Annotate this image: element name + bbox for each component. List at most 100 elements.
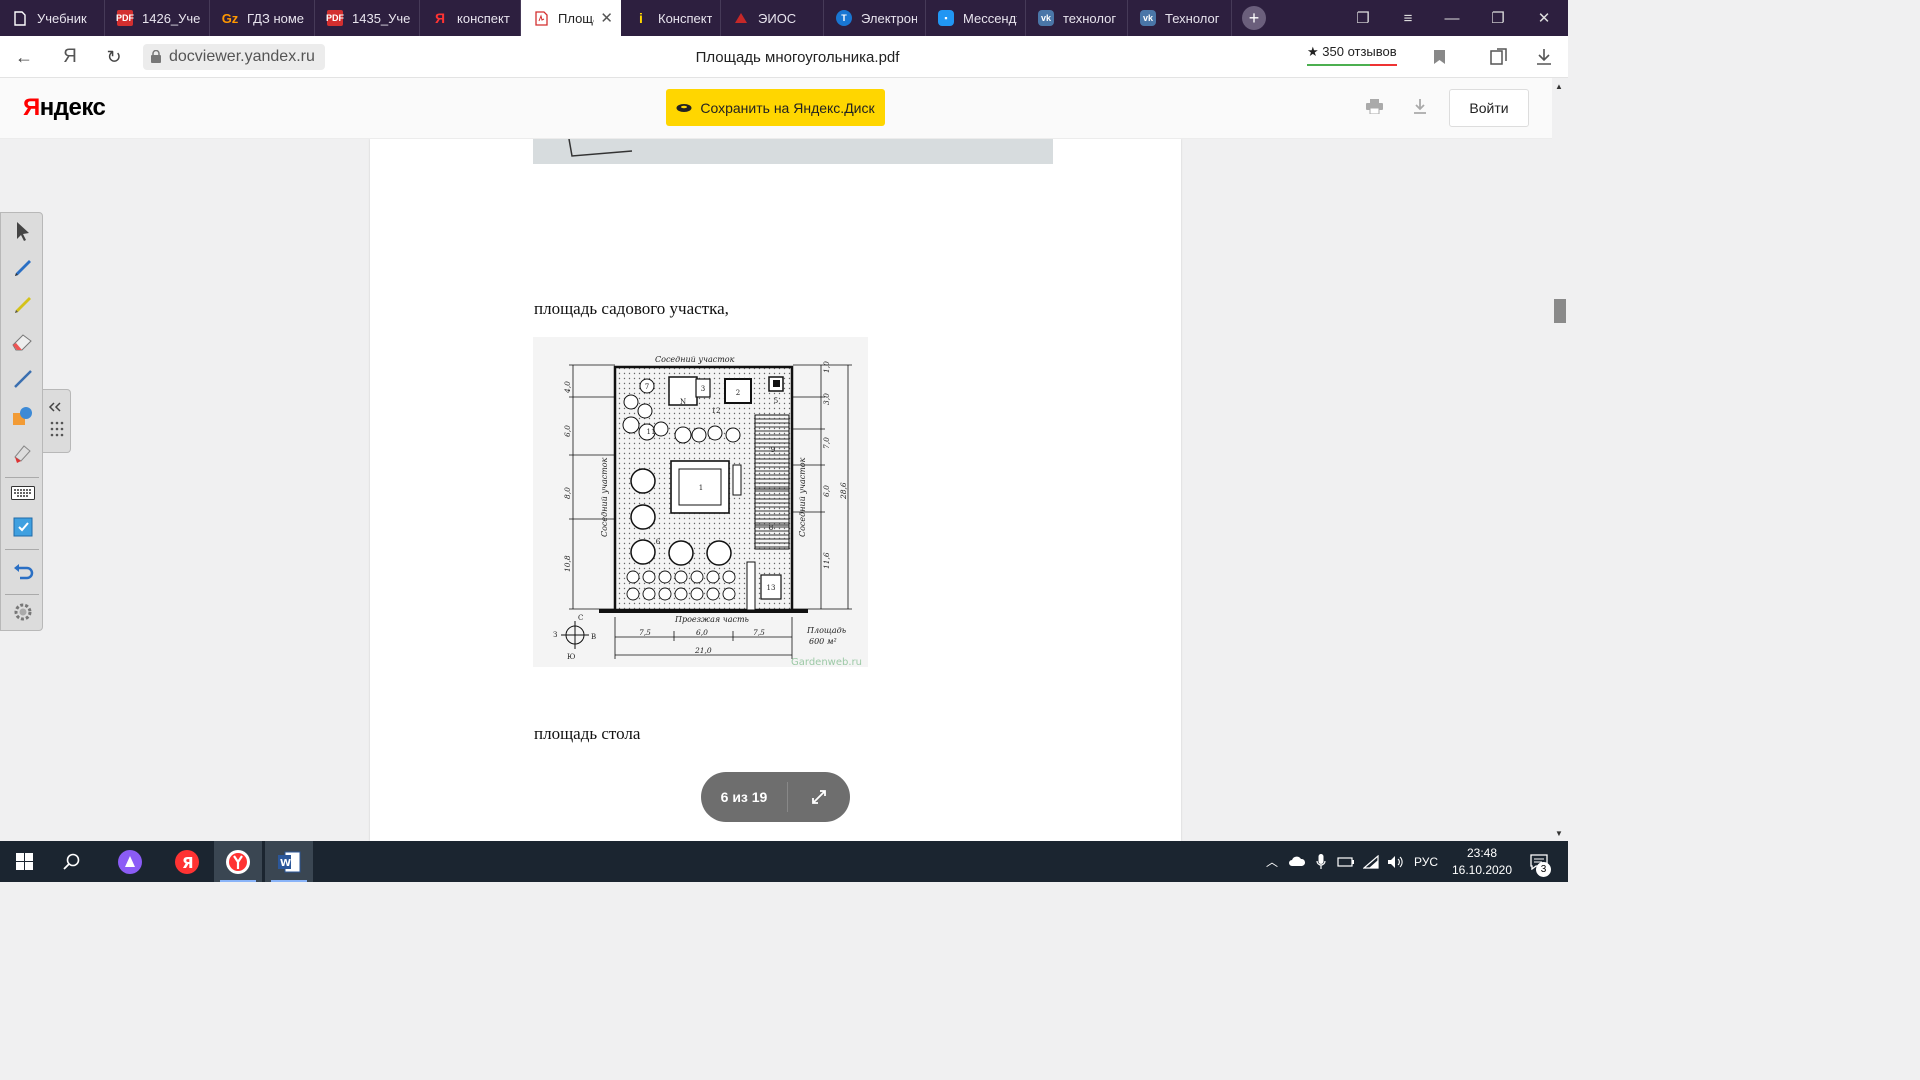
pdf-page: площадь садового участка, 7 3 2 N 12 5 1… bbox=[370, 139, 1181, 841]
eraser-icon[interactable] bbox=[9, 328, 37, 356]
notes-icon[interactable] bbox=[9, 513, 37, 541]
pdf-outline-icon bbox=[533, 10, 549, 26]
gdz-icon: Gz bbox=[221, 10, 239, 26]
tab-label: 1435_Уче bbox=[352, 10, 411, 26]
pen-icon[interactable] bbox=[9, 254, 37, 282]
tab-tehnolog-1[interactable]: vk технолог bbox=[1026, 0, 1128, 36]
scrollbar-thumb[interactable] bbox=[1554, 299, 1566, 323]
pointer-icon[interactable] bbox=[9, 217, 37, 245]
back-arrow-icon[interactable]: ← bbox=[10, 36, 38, 78]
tab-ploshchad[interactable]: Площа ✕ bbox=[521, 0, 621, 36]
highlighter-icon[interactable] bbox=[9, 291, 37, 319]
scroll-down-icon[interactable]: ▼ bbox=[1555, 829, 1563, 838]
windows-start-icon[interactable] bbox=[0, 841, 48, 882]
tab-eios[interactable]: ЭИОС bbox=[721, 0, 824, 36]
word-icon[interactable]: W bbox=[265, 841, 313, 882]
search-icon[interactable] bbox=[48, 841, 96, 882]
plan-number: 11 bbox=[647, 428, 656, 436]
tab-tehnolog-2[interactable]: vk Технолог bbox=[1128, 0, 1232, 36]
menu-icon[interactable]: ≡ bbox=[1386, 0, 1430, 36]
bookmark-icon[interactable] bbox=[1427, 36, 1451, 78]
text-table-area: площадь стола bbox=[534, 724, 641, 743]
plan-left-dim: 6,0 bbox=[563, 425, 572, 437]
undo-icon[interactable] bbox=[9, 558, 37, 586]
line-icon[interactable] bbox=[9, 365, 37, 393]
notifications-icon[interactable]: 3 bbox=[1522, 841, 1556, 882]
plan-right-total: 28,6 bbox=[839, 482, 848, 500]
tab-label: Электрон bbox=[861, 10, 917, 26]
show-hidden-icons-icon[interactable]: ︿ bbox=[1262, 841, 1282, 882]
keyboard-icon[interactable] bbox=[9, 479, 37, 507]
reload-icon[interactable]: ↻ bbox=[100, 36, 128, 78]
plan-bottom-dim: 7,5 bbox=[753, 628, 765, 637]
tab-konspekt-yandex[interactable]: Я конспект bbox=[420, 0, 521, 36]
plan-right-dim: 6,0 bbox=[822, 485, 831, 497]
tab-1435[interactable]: PDF 1435_Уче bbox=[315, 0, 420, 36]
tab-konspekt[interactable]: i Конспект bbox=[621, 0, 721, 36]
tab-1426[interactable]: PDF 1426_Уче bbox=[105, 0, 210, 36]
close-window-icon[interactable]: ✕ bbox=[1522, 0, 1566, 36]
svg-text:Я: Я bbox=[182, 854, 194, 872]
svg-text:W: W bbox=[280, 858, 291, 869]
save-to-disk-button[interactable]: Сохранить на Яндекс.Диск bbox=[666, 89, 885, 126]
yandex-logo[interactable]: Яндекс bbox=[23, 94, 106, 122]
fullscreen-icon[interactable] bbox=[788, 789, 850, 805]
url-field[interactable]: docviewer.yandex.ru bbox=[143, 44, 325, 70]
reviews-badge[interactable]: ★ 350 отзывов bbox=[1307, 44, 1397, 66]
plan-area-label: Площадь bbox=[806, 626, 846, 635]
pdf-icon: PDF bbox=[116, 10, 134, 26]
watermark: Gardenweb.ru bbox=[791, 657, 862, 667]
document-viewer[interactable]: площадь садового участка, 7 3 2 N 12 5 1… bbox=[0, 139, 1568, 841]
language-indicator[interactable]: РУС bbox=[1410, 841, 1442, 882]
tabs-panel-icon[interactable]: ❐ bbox=[1341, 0, 1385, 36]
login-button[interactable]: Войти bbox=[1449, 89, 1529, 127]
tab-messenger[interactable]: ▪ Мессендж bbox=[926, 0, 1026, 36]
tab-label: технолог bbox=[1063, 10, 1117, 26]
minimize-icon[interactable]: — bbox=[1430, 0, 1474, 36]
yandex-app-icon[interactable]: Я bbox=[163, 841, 211, 882]
page-counter[interactable]: 6 из 19 bbox=[701, 789, 787, 805]
plan-number: 8 bbox=[769, 524, 773, 532]
plan-bottom-dim: 6,0 bbox=[696, 628, 708, 637]
plan-number: 2 bbox=[736, 389, 740, 397]
shapes-icon[interactable] bbox=[9, 402, 37, 430]
plan-right-dim: 11,6 bbox=[822, 552, 831, 569]
clock[interactable]: 23:48 16.10.2020 bbox=[1450, 845, 1514, 879]
page-navigator: 6 из 19 bbox=[701, 772, 850, 822]
tab-label: Технолог bbox=[1165, 10, 1220, 26]
new-tab-button[interactable]: + bbox=[1242, 6, 1266, 30]
viewer-header: Яндекс Сохранить на Яндекс.Диск Войти bbox=[0, 78, 1568, 139]
battery-icon[interactable] bbox=[1335, 841, 1357, 882]
download-icon[interactable] bbox=[1410, 96, 1430, 116]
restore-icon[interactable]: ❐ bbox=[1476, 0, 1520, 36]
logo-letter: Я bbox=[23, 94, 40, 121]
plan-left-label: Соседний участок bbox=[600, 457, 609, 537]
scrollbar[interactable]: ▲ ▼ bbox=[1552, 78, 1568, 841]
settings-gear-icon[interactable] bbox=[9, 598, 37, 626]
plan-top-right-dim: 1,0 bbox=[822, 361, 831, 373]
collections-icon[interactable] bbox=[1485, 36, 1513, 78]
tab-gdz[interactable]: Gz ГДЗ номе bbox=[210, 0, 315, 36]
wifi-icon[interactable] bbox=[1360, 841, 1382, 882]
tab-label: ЭИОС bbox=[758, 10, 797, 26]
yandex-browser-icon[interactable] bbox=[214, 841, 262, 882]
tab-uchebnik[interactable]: Учебник bbox=[0, 0, 105, 36]
spotlight-icon[interactable] bbox=[9, 439, 37, 467]
tab-electron[interactable]: T Электрон bbox=[824, 0, 926, 36]
tab-label: Конспект bbox=[658, 10, 712, 26]
downloads-icon[interactable] bbox=[1530, 36, 1558, 78]
scroll-up-icon[interactable]: ▲ bbox=[1555, 82, 1563, 91]
toolbar-collapse-handle[interactable] bbox=[43, 389, 71, 453]
alice-icon[interactable] bbox=[106, 841, 154, 882]
save-button-label: Сохранить на Яндекс.Диск bbox=[700, 99, 875, 116]
plan-top-label: Соседний участок bbox=[655, 355, 735, 364]
close-tab-icon[interactable]: ✕ bbox=[600, 9, 613, 27]
plan-right-label: Соседний участок bbox=[798, 457, 807, 537]
volume-icon[interactable] bbox=[1384, 841, 1406, 882]
taskbar: Я W ︿ РУС 23:48 16.10.2020 3 bbox=[0, 841, 1568, 882]
drawing-toolbar bbox=[0, 212, 43, 631]
print-icon[interactable] bbox=[1364, 96, 1384, 116]
microphone-icon[interactable] bbox=[1311, 841, 1331, 882]
yandex-home-icon[interactable]: Я bbox=[56, 36, 84, 78]
onedrive-icon[interactable] bbox=[1286, 841, 1308, 882]
